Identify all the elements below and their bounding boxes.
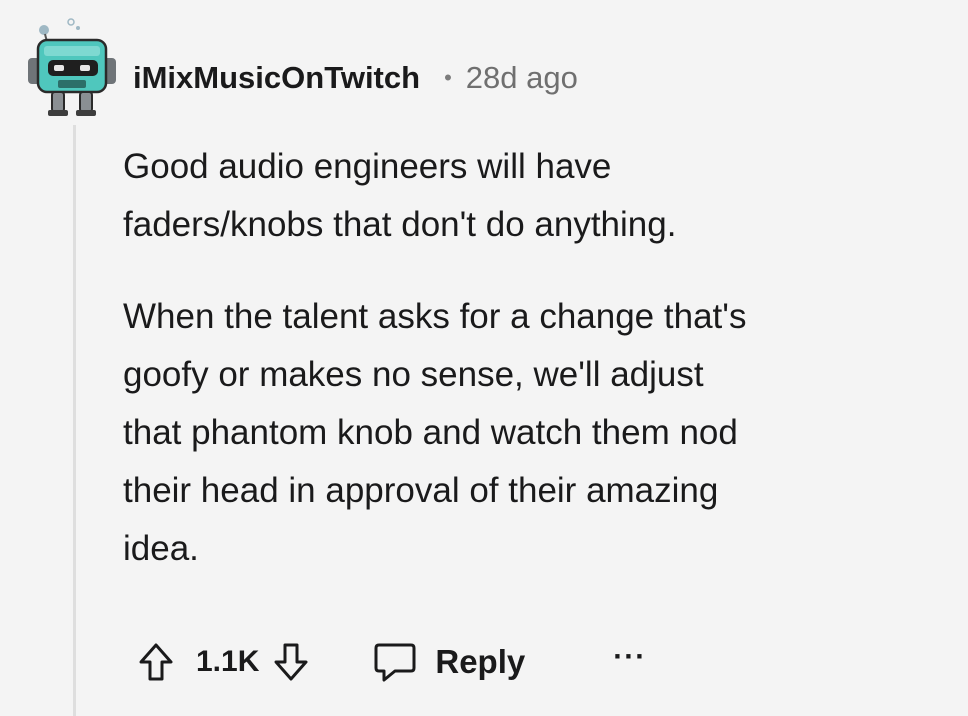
reply-button[interactable]: Reply <box>373 641 525 683</box>
comment-header: iMixMusicOnTwitch • 28d ago <box>133 56 578 100</box>
comment-actions: 1.1K Reply ··· <box>136 634 646 690</box>
downvote-arrow-icon <box>274 643 308 681</box>
comment-body: Good audio engineers will have faders/kn… <box>123 138 933 578</box>
comment-timestamp[interactable]: 28d ago <box>466 60 578 96</box>
comment-paragraph: Good audio engineers will have faders/kn… <box>123 147 677 244</box>
upvote-button[interactable] <box>136 640 176 684</box>
robot-avatar-icon <box>28 18 116 116</box>
vote-score: 1.1K <box>196 645 260 678</box>
more-options-button[interactable]: ··· <box>613 642 646 682</box>
comment-paragraph: When the talent asks for a change that's… <box>123 297 747 568</box>
downvote-button[interactable] <box>271 640 311 684</box>
upvote-arrow-icon <box>139 643 173 681</box>
comment-author[interactable]: iMixMusicOnTwitch <box>133 60 420 96</box>
meta-separator: • <box>444 65 452 90</box>
speech-bubble-icon <box>374 643 416 682</box>
thread-line[interactable] <box>73 125 76 716</box>
reply-label: Reply <box>435 643 526 680</box>
avatar[interactable] <box>24 16 120 120</box>
